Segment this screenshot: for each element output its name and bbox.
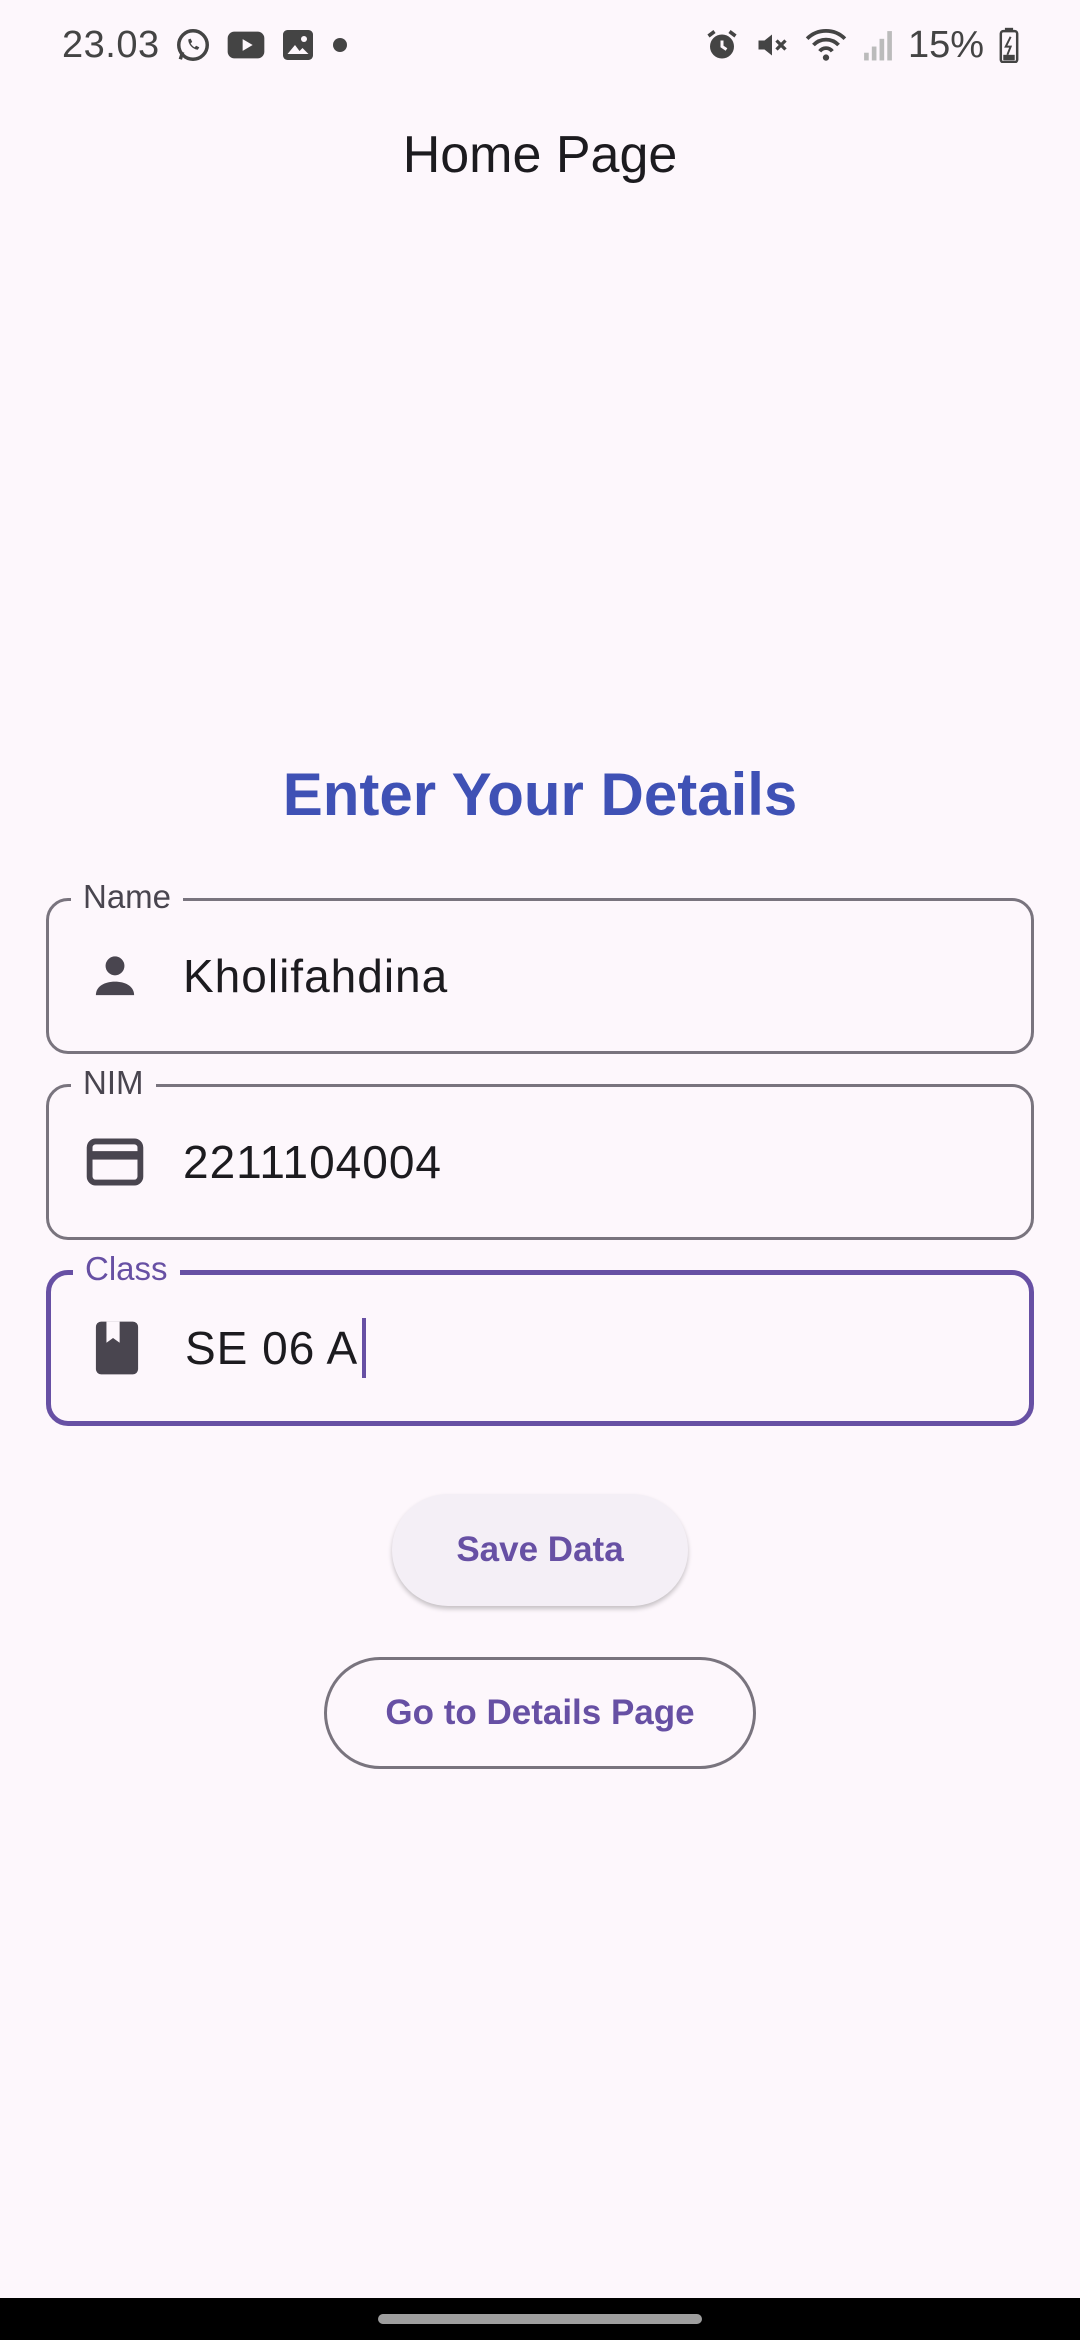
person-icon [85, 946, 145, 1006]
app-bar: Home Page [0, 110, 1080, 200]
nim-field-label: NIM [71, 1063, 156, 1103]
whatsapp-icon [174, 26, 212, 64]
wifi-icon [804, 27, 848, 63]
book-icon [87, 1318, 147, 1378]
dot-icon [330, 35, 350, 55]
mute-icon [754, 27, 790, 63]
class-field-label: Class [73, 1249, 180, 1289]
nim-field[interactable]: NIM 2211104004 [46, 1063, 1034, 1240]
navigation-bar [0, 2298, 1080, 2340]
class-field[interactable]: Class SE 06 A [46, 1249, 1034, 1426]
name-field[interactable]: Name Kholifahdina [46, 877, 1034, 1054]
alarm-icon [704, 27, 740, 63]
battery-icon [998, 27, 1020, 63]
go-to-details-button[interactable]: Go to Details Page [324, 1657, 756, 1769]
save-data-button[interactable]: Save Data [392, 1494, 688, 1606]
page-title: Home Page [402, 126, 678, 184]
class-field-value[interactable]: SE 06 A [185, 1318, 367, 1378]
name-field-value: Kholifahdina [183, 950, 449, 1002]
signal-icon [862, 28, 894, 62]
home-gesture-handle[interactable] [378, 2314, 702, 2324]
credit-card-icon [85, 1132, 145, 1192]
status-left: 23.03 [62, 24, 350, 67]
name-field-label: Name [71, 877, 184, 917]
status-time: 23.03 [62, 23, 160, 66]
form-heading: Enter Your Details [282, 761, 798, 828]
battery-percentage: 15% [907, 23, 984, 66]
gallery-icon [280, 27, 316, 63]
status-bar: 23.03 15% [0, 0, 1080, 90]
youtube-icon [226, 28, 266, 62]
text-cursor [362, 1318, 367, 1378]
status-right: 15% [704, 24, 1020, 67]
nim-field-value: 2211104004 [183, 1136, 443, 1188]
class-field-text: SE 06 A [185, 1322, 359, 1374]
